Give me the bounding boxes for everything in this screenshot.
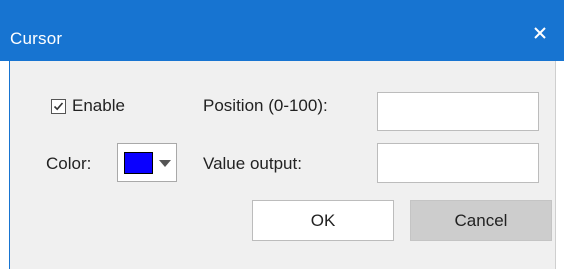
color-label: Color: (46, 154, 92, 173)
dialog-content: Enable Position (0-100): Color: Value ou… (9, 61, 556, 269)
cursor-dialog: Cursor Enable Position (0-100): Color: V… (0, 0, 564, 269)
cancel-button[interactable]: Cancel (410, 200, 552, 241)
title-bar: Cursor (0, 0, 564, 61)
enable-checkbox[interactable] (51, 99, 66, 114)
position-label: Position (0-100): (203, 96, 328, 115)
value-output-input[interactable] (377, 143, 539, 183)
checkmark-icon (53, 102, 64, 111)
position-input[interactable] (377, 92, 539, 131)
close-icon[interactable] (527, 20, 553, 46)
color-swatch (124, 152, 153, 174)
chevron-down-icon (159, 160, 171, 167)
color-picker[interactable] (117, 143, 177, 182)
ok-button[interactable]: OK (252, 200, 394, 241)
value-output-label: Value output: (203, 154, 302, 173)
enable-label: Enable (72, 96, 125, 115)
dialog-title: Cursor (10, 29, 63, 48)
